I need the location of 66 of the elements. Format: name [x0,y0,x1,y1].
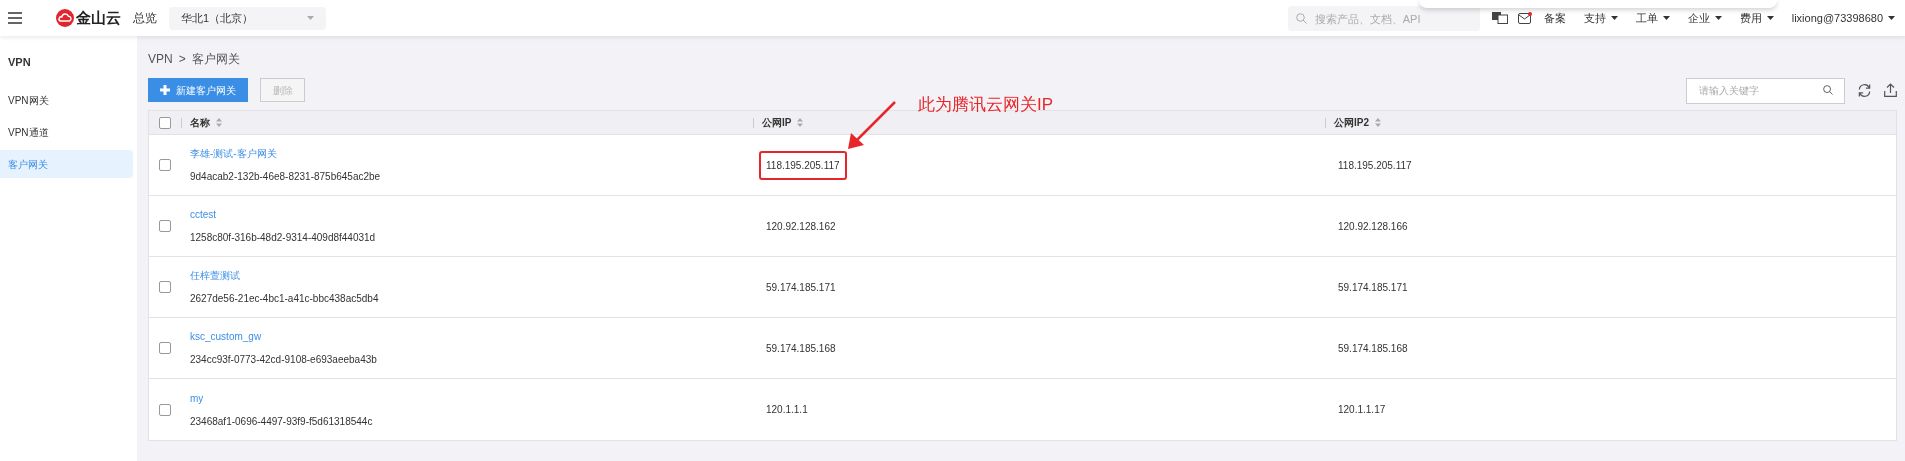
breadcrumb-current: 客户网关 [191,51,240,68]
gateway-name-link[interactable]: 任梓萱测试 [190,268,240,283]
gateway-name-link[interactable]: 李雄-测试-客户网关 [190,146,277,161]
menu-icon[interactable] [8,12,22,24]
caret-icon [1766,16,1774,20]
sort-icon [216,118,222,127]
nav-menu[interactable]: 支持 [1583,9,1618,27]
cloud-logo-icon [56,9,74,27]
mail-icon[interactable] [1517,12,1532,24]
sidebar-item[interactable]: VPN网关 [0,86,133,114]
checkbox[interactable] [159,220,171,232]
table-cell: 120.92.128.166 [1338,220,1408,232]
gateway-id: 234cc93f-0773-42cd-9108-e693aeeba43b [190,353,377,367]
search-icon [1295,12,1307,24]
sort-icon [797,118,804,127]
export-icon[interactable] [1884,83,1897,97]
column-header[interactable]: 名称 [190,115,222,130]
gateway-name-link[interactable]: my [190,390,204,406]
gateway-id: 2627de56-21ec-4bc1-a41c-bbc438ac5db4 [190,292,379,306]
table-cell-text: 120.1.1.1 [765,403,809,417]
table-cell-text: 59.174.185.168 [765,341,837,356]
overview-link[interactable]: 总览 [133,9,157,27]
gateway-id: 9d4acab2-132b-46e8-8231-875b645ac2be [190,170,381,184]
sidebar-title: VPN [7,55,32,70]
plus-icon [160,85,170,95]
table-cell-text: 120.92.128.162 [765,219,837,234]
table-cell: 118.195.205.117 [759,150,847,180]
checkbox[interactable] [159,403,171,416]
table-cell: 59.174.185.171 [1338,281,1408,293]
table-cell: 118.195.205.117 [1338,159,1412,171]
gateway-name-link[interactable]: ksc_custom_gw [190,329,262,344]
nav-menu[interactable]: 费用 [1739,9,1774,27]
nav-menu[interactable]: 工单 [1635,9,1670,27]
nav-menu[interactable]: 备案 [1543,9,1566,27]
logo-text[interactable]: 金山云 [76,6,121,30]
sidebar-item[interactable]: VPN通道 [0,118,133,146]
table-cell: 59.174.185.168 [1338,342,1408,354]
checkbox[interactable] [159,281,171,293]
region-select[interactable]: 华北1（北京） [169,6,326,30]
breadcrumb-link[interactable]: VPN [148,50,173,68]
sort-icon [1375,118,1381,127]
gateway-id: 23468af1-0696-4497-93f9-f5d61318544c [190,414,373,429]
checkbox[interactable] [159,342,171,354]
table-cell: 120.1.1.17 [1338,404,1386,415]
checkbox[interactable] [159,116,171,129]
caret-icon [307,16,314,20]
nav-menu[interactable]: lixiong@73398680 [1791,9,1895,27]
caret-icon [1888,16,1895,20]
annotation-arrow [847,101,897,150]
column-header[interactable]: 公网IP2 [1334,115,1381,130]
gateway-id: 1258c80f-316b-48d2-9314-409d8f44031d [190,231,376,245]
search-icon [1823,85,1833,95]
table-cell-text: 59.174.185.171 [765,280,837,295]
language-icon[interactable] [1491,12,1508,24]
caret-icon [1662,16,1670,20]
keyword-search-field[interactable]: 请输入关键字 [1686,77,1845,104]
nav-menu[interactable]: 企业 [1687,9,1722,27]
column-header[interactable]: 公网IP [762,115,804,130]
gateway-name-link[interactable]: cctest [190,207,217,222]
annotation-text: 此为腾讯云网关IP [918,94,1054,116]
breadcrumb-separator: > [178,51,186,68]
refresh-icon[interactable] [1857,82,1872,98]
search-field[interactable]: 搜索产品、文档、API [1287,6,1480,31]
checkbox[interactable] [159,159,171,171]
caret-icon [1610,16,1618,20]
caret-icon [1714,16,1722,20]
